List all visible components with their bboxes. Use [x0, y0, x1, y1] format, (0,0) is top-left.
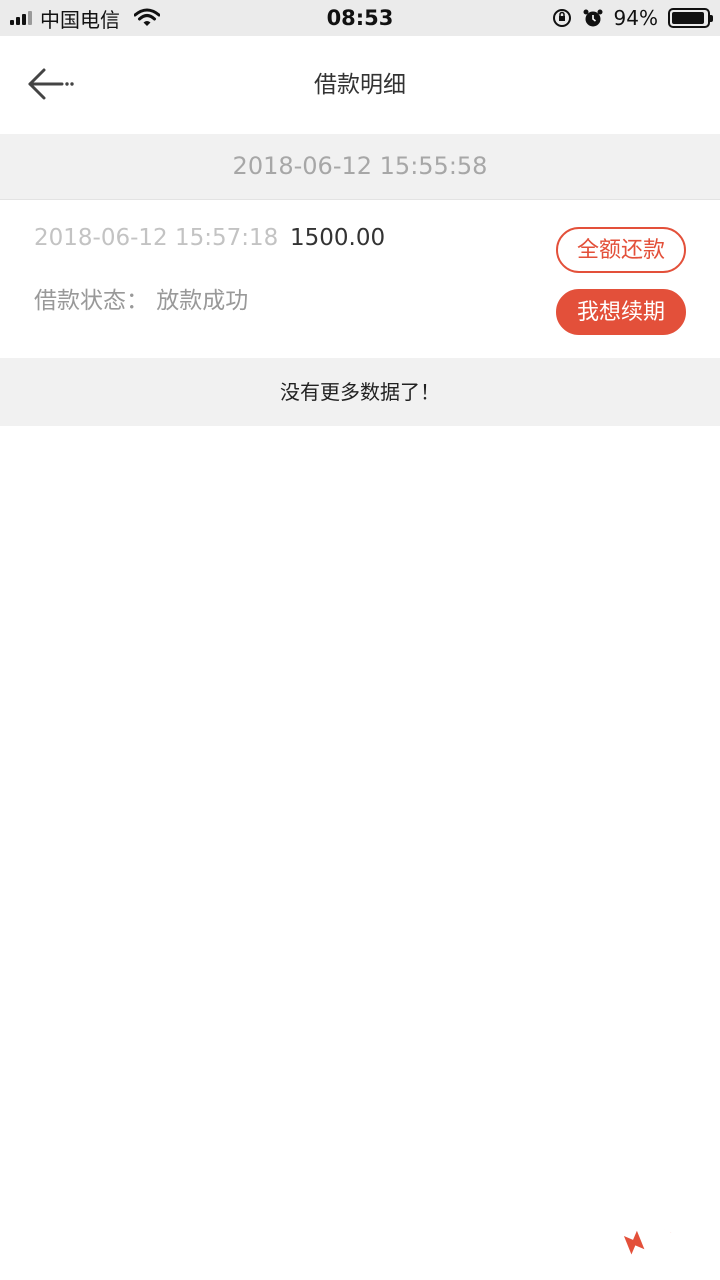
alarm-icon	[583, 9, 603, 27]
record-time: 2018-06-12 15:57:18	[34, 225, 279, 251]
record-status: 借款状态： 放款成功	[34, 288, 249, 314]
navigation-bar: 借款明细	[0, 36, 720, 134]
status-right: 94%	[552, 0, 713, 36]
full-repayment-button[interactable]: 全额还款	[556, 227, 686, 273]
record-amount: 1500.00	[290, 225, 386, 251]
battery-percent: 94%	[613, 6, 658, 30]
no-more-data-text: 没有更多数据了！	[0, 358, 720, 426]
rotation-lock-icon	[552, 9, 571, 27]
back-button[interactable]	[26, 66, 78, 106]
watermark-logo: 卡农社区	[623, 1193, 714, 1255]
loan-record: 2018-06-12 15:57:18 1500.00 借款状态： 放款成功 全…	[0, 201, 720, 357]
watermark-text: 卡农社区	[639, 1193, 714, 1247]
battery-fill	[672, 12, 704, 24]
renew-loan-button[interactable]: 我想续期	[556, 289, 686, 335]
battery-icon	[668, 8, 713, 28]
page-title: 借款明细	[314, 72, 406, 98]
status-bar: 中国电信 08:53 94%	[0, 0, 720, 36]
date-section-header: 2018-06-12 15:55:58	[0, 134, 720, 200]
back-arrow-icon	[28, 68, 74, 100]
